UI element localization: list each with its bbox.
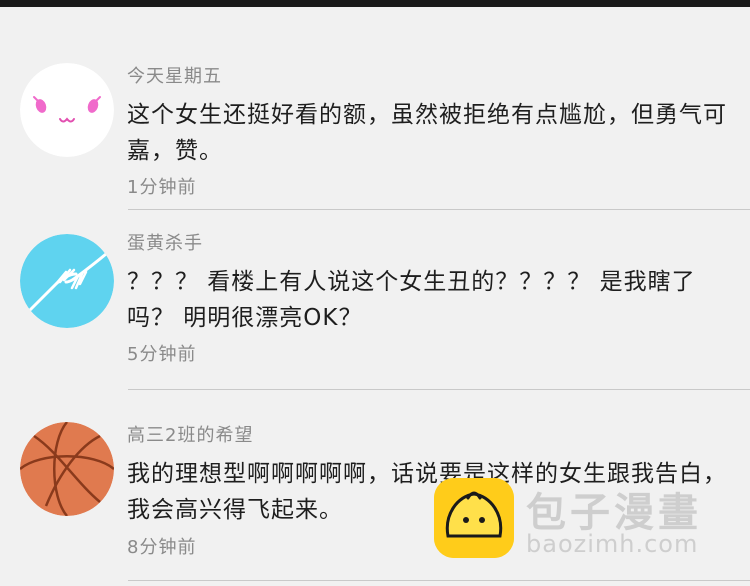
comment-username[interactable]: 今天星期五 (127, 62, 222, 88)
comment-username[interactable]: 蛋黄杀手 (127, 229, 203, 255)
user-avatar[interactable] (20, 63, 114, 157)
watermark: 包子漫畫 baozimh.com (434, 478, 734, 568)
watermark-url: baozimh.com (526, 530, 699, 558)
comment-divider (128, 209, 750, 210)
user-avatar[interactable] (20, 422, 114, 516)
basketball-icon (20, 422, 114, 516)
baozi-bun-icon (434, 478, 514, 558)
reaching-hands-icon (20, 234, 114, 328)
comment-username[interactable]: 高三2班的希望 (127, 421, 253, 447)
comment-divider (128, 389, 750, 390)
comment-text: 这个女生还挺好看的额，虽然被拒绝有点尴尬，但勇气可嘉，赞。 (127, 102, 727, 164)
comment-timestamp: 5分钟前 (127, 344, 197, 365)
comment-text: ？？？ 看楼上有人说这个女生丑的？？？？ 是我瞎了吗？ 明明很漂亮OK？ (127, 269, 696, 331)
comment-timestamp: 8分钟前 (127, 537, 197, 558)
top-edge-bar (0, 0, 750, 7)
comment-divider (128, 580, 750, 581)
kawaii-face-icon (20, 63, 114, 157)
comment-timestamp: 1分钟前 (127, 177, 197, 198)
user-avatar[interactable] (20, 234, 114, 328)
